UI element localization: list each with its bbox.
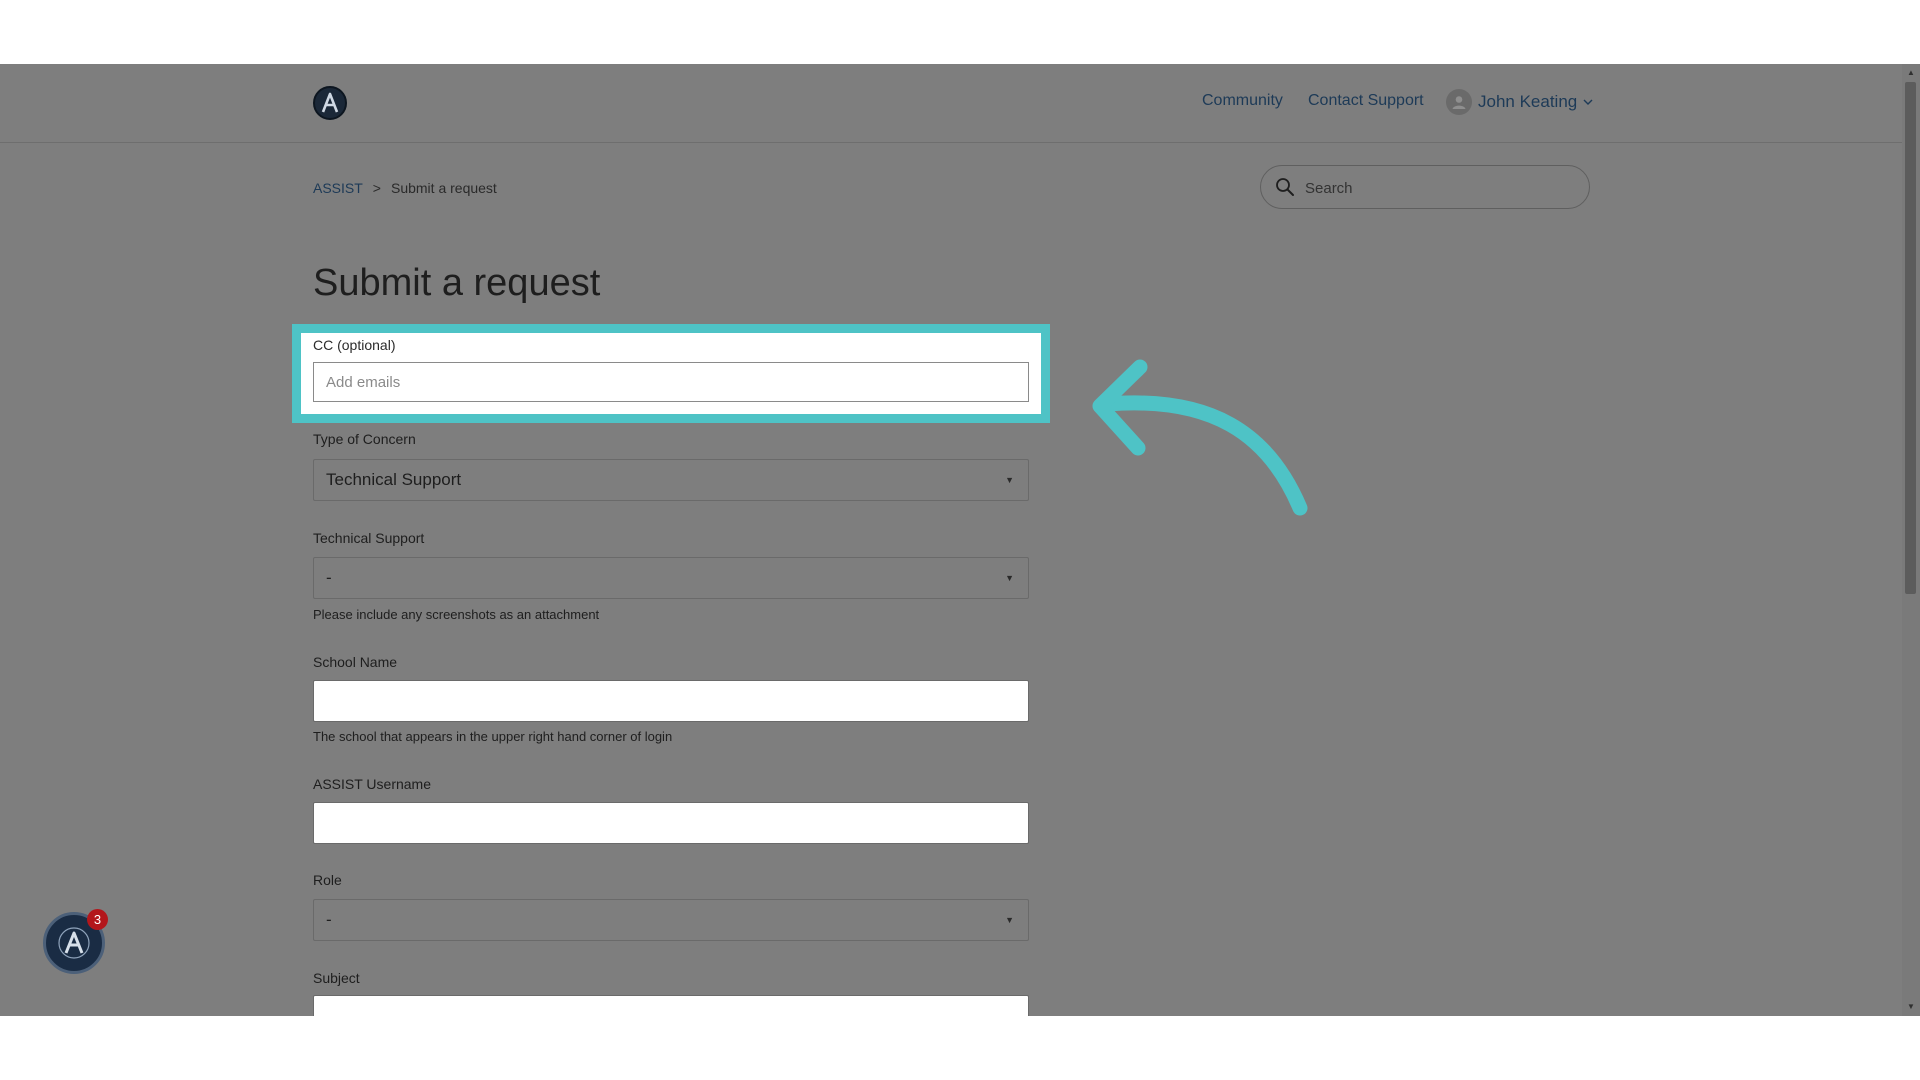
type-of-concern-label: Type of Concern: [313, 431, 416, 447]
site-header: Community Contact Support John Keating: [0, 64, 1902, 143]
role-label: Role: [313, 872, 342, 888]
chevron-down-icon: [1583, 93, 1593, 111]
type-of-concern-select[interactable]: Technical Support ▼: [313, 459, 1029, 501]
school-name-input[interactable]: [313, 680, 1029, 722]
user-menu[interactable]: John Keating: [1446, 88, 1593, 116]
scroll-up-arrow-icon[interactable]: ▲: [1905, 68, 1917, 77]
breadcrumb-home-link[interactable]: ASSIST: [313, 180, 363, 196]
search-input[interactable]: [1303, 166, 1577, 210]
breadcrumb: ASSIST > Submit a request: [313, 180, 497, 196]
technical-support-label: Technical Support: [313, 530, 425, 546]
school-name-label: School Name: [313, 654, 398, 670]
nav-community-link[interactable]: Community: [1202, 92, 1283, 110]
role-select[interactable]: - ▼: [313, 899, 1029, 941]
type-of-concern-value: Technical Support: [326, 470, 462, 489]
cc-email-input[interactable]: [313, 362, 1029, 402]
user-avatar-icon: [1446, 89, 1472, 115]
assist-logo-icon[interactable]: [313, 86, 347, 120]
scroll-down-arrow-icon[interactable]: ▼: [1905, 1002, 1917, 1011]
notification-badge: 3: [87, 909, 108, 930]
role-value: -: [326, 910, 332, 929]
technical-support-value: -: [326, 568, 332, 587]
school-name-hint: The school that appears in the upper rig…: [313, 729, 673, 744]
page-title: Submit a request: [313, 262, 601, 304]
scrollbar-thumb[interactable]: [1905, 82, 1916, 594]
caret-down-icon: ▼: [1005, 475, 1014, 485]
caret-down-icon: ▼: [1005, 915, 1014, 925]
widget-logo-icon: [58, 927, 90, 959]
search-box[interactable]: [1260, 165, 1590, 210]
technical-support-hint: Please include any screenshots as an att…: [313, 607, 600, 622]
caret-down-icon: ▼: [1005, 573, 1014, 583]
breadcrumb-current: Submit a request: [390, 180, 497, 196]
breadcrumb-separator: >: [372, 180, 381, 196]
technical-support-select[interactable]: - ▼: [313, 557, 1029, 599]
user-name: John Keating: [1478, 92, 1578, 111]
search-icon: [1275, 177, 1295, 202]
subject-label: Subject: [313, 970, 360, 986]
nav-contact-support-link[interactable]: Contact Support: [1308, 92, 1424, 110]
page-viewport: Community Contact Support John Keating A…: [0, 64, 1920, 1016]
assist-username-label: ASSIST Username: [313, 776, 432, 792]
cc-label: CC (optional): [313, 337, 396, 353]
assist-username-input[interactable]: [313, 802, 1029, 844]
subject-input[interactable]: [313, 995, 1029, 1016]
